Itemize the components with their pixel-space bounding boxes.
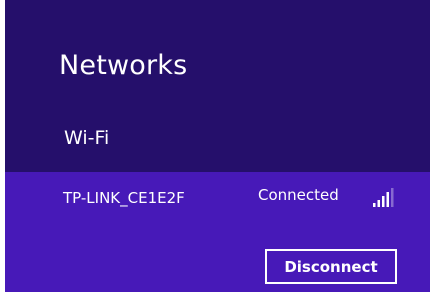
network-list-item[interactable]: TP-LINK_CE1E2F Connected Disconnect xyxy=(5,172,430,292)
signal-strength-icon xyxy=(373,188,394,207)
signal-bar xyxy=(373,203,376,207)
wifi-section-header: Wi-Fi xyxy=(64,127,110,149)
connection-status: Connected xyxy=(258,186,339,204)
networks-panel: Networks Wi-Fi TP-LINK_CE1E2F Connected … xyxy=(5,0,430,292)
signal-bar xyxy=(391,188,394,207)
panel-title: Networks xyxy=(59,50,188,81)
signal-bar xyxy=(386,192,389,207)
signal-bar xyxy=(382,196,385,207)
disconnect-button[interactable]: Disconnect xyxy=(265,249,397,284)
signal-bar xyxy=(377,200,380,207)
network-name: TP-LINK_CE1E2F xyxy=(63,189,185,207)
